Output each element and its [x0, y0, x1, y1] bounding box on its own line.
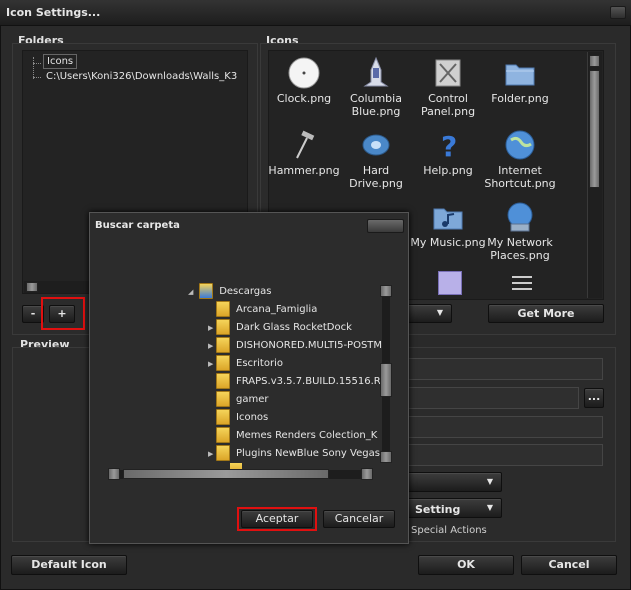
shuttle-icon — [359, 56, 393, 90]
svg-text:?: ? — [441, 130, 457, 162]
tree-item[interactable]: ▶ Escritorio — [208, 355, 283, 373]
icon-item-help[interactable]: ? Help.png — [409, 128, 487, 177]
tree-item[interactable]: ▶ Plugins NewBlue Sony Vegas I — [208, 445, 386, 463]
run-select[interactable]: ▼ — [398, 472, 502, 492]
chevron-down-icon: ▼ — [436, 308, 443, 317]
ok-button[interactable]: OK — [418, 555, 514, 575]
cancel-button[interactable]: Cancel — [521, 555, 617, 575]
tree-item[interactable]: Iconos — [208, 409, 268, 427]
expand-arrow-icon[interactable]: ▶ — [208, 450, 216, 458]
folder-icon — [216, 373, 230, 389]
icon-item-control-panel[interactable]: Control Panel.png — [409, 56, 487, 118]
partial-icon — [510, 273, 534, 293]
dialog-hscroll-thumb[interactable] — [123, 469, 329, 479]
icon-item-clock[interactable]: Clock.png — [265, 56, 343, 105]
icon-item-internet-shortcut[interactable]: Internet Shortcut.png — [481, 128, 559, 190]
dialog-vscroll-down[interactable] — [380, 451, 392, 463]
icon-item-hammer[interactable]: Hammer.png — [265, 128, 343, 177]
hammer-icon — [287, 128, 321, 162]
network-icon — [503, 200, 537, 234]
globe-icon — [503, 128, 537, 162]
folder-icon — [216, 409, 230, 425]
chevron-down-icon: ▼ — [486, 477, 493, 486]
dialog-close-button[interactable] — [367, 219, 404, 233]
get-more-button[interactable]: Get More — [488, 304, 604, 323]
dialog-vscroll-thumb[interactable] — [380, 363, 392, 397]
folder-item-icons[interactable]: Icons — [43, 54, 78, 69]
dialog-title: Buscar carpeta — [95, 220, 180, 231]
add-folder-button[interactable]: + — [49, 305, 75, 323]
dialog-hscroll-left[interactable] — [108, 468, 120, 480]
tree-item[interactable]: Memes Renders Colection_K — [208, 427, 377, 445]
partial-icon — [438, 271, 462, 295]
folder-icon — [216, 337, 230, 353]
tree-item[interactable]: ▶ Dark Glass RocketDock — [208, 319, 352, 337]
arguments-field[interactable] — [398, 416, 603, 438]
dialog-cancel-button[interactable]: Cancelar — [323, 510, 395, 528]
icon-item-hard-drive[interactable]: Hard Drive.png — [337, 128, 415, 190]
folder-icon — [216, 445, 230, 461]
folder-icon — [216, 427, 230, 443]
name-field[interactable] — [398, 358, 603, 380]
chevron-down-icon: ▼ — [486, 503, 493, 512]
icons-vscroll-thumb[interactable] — [589, 70, 600, 188]
tree-line — [33, 77, 41, 78]
folder-icon — [216, 391, 230, 407]
path-field[interactable] — [398, 387, 579, 409]
folder-icon — [216, 301, 230, 317]
folder-icon — [216, 319, 230, 335]
tree-item[interactable]: gamer — [208, 391, 268, 409]
window-title: Icon Settings... — [6, 6, 101, 19]
browse-folder-dialog: Buscar carpeta ◢ Descargas Arcana_Famigl… — [89, 212, 409, 544]
folder-tree[interactable]: ◢ Descargas Arcana_Famiglia ▶ Dark Glass … — [108, 269, 393, 473]
tree-line — [33, 57, 34, 79]
accept-button[interactable]: Aceptar — [241, 510, 313, 528]
expand-arrow-icon[interactable]: ▶ — [208, 360, 216, 368]
tree-item[interactable]: FRAPS.v3.5.7.BUILD.15516.R — [208, 373, 381, 391]
icon-item-my-network-places[interactable]: My Network Places.png — [481, 200, 559, 262]
folder-icon — [503, 56, 537, 90]
control-panel-icon — [431, 56, 465, 90]
window-close-button[interactable] — [610, 6, 626, 19]
music-folder-icon — [431, 200, 465, 234]
setting-select[interactable]: Setting ▼ — [398, 498, 502, 518]
expand-arrow-icon[interactable]: ▶ — [208, 342, 216, 350]
help-icon: ? — [431, 128, 465, 163]
collapse-arrow-icon[interactable]: ◢ — [188, 288, 196, 296]
folder-item-walls[interactable]: C:\Users\Koni326\Downloads\Walls_K3 — [46, 71, 237, 82]
icon-item-my-music[interactable]: My Music.png — [409, 200, 487, 249]
folders-hscroll-thumb[interactable] — [26, 282, 38, 292]
special-actions-label: Special Actions — [411, 525, 487, 536]
browse-button[interactable]: ... — [584, 388, 604, 408]
default-icon-button[interactable]: Default Icon — [11, 555, 127, 575]
tree-item[interactable]: ▶ DISHONORED.MULTI5-POSTM — [208, 337, 382, 355]
clock-icon — [287, 56, 321, 90]
expand-arrow-icon[interactable]: ▶ — [208, 324, 216, 332]
download-folder-icon — [199, 283, 214, 299]
dialog-vscroll-up[interactable] — [380, 285, 392, 297]
start-in-field[interactable] — [398, 444, 603, 466]
tree-root-descargas[interactable]: ◢ Descargas — [188, 283, 272, 301]
icon-item-columbia-blue[interactable]: Columbia Blue.png — [337, 56, 415, 118]
hard-drive-icon — [359, 128, 393, 162]
dialog-hscroll-right[interactable] — [361, 468, 373, 480]
icons-vscroll-up[interactable] — [589, 55, 600, 67]
tree-item[interactable]: Arcana_Famiglia — [208, 301, 317, 319]
tree-line — [33, 63, 41, 64]
icon-item-folder[interactable]: Folder.png — [481, 56, 559, 105]
folder-icon — [216, 355, 230, 371]
